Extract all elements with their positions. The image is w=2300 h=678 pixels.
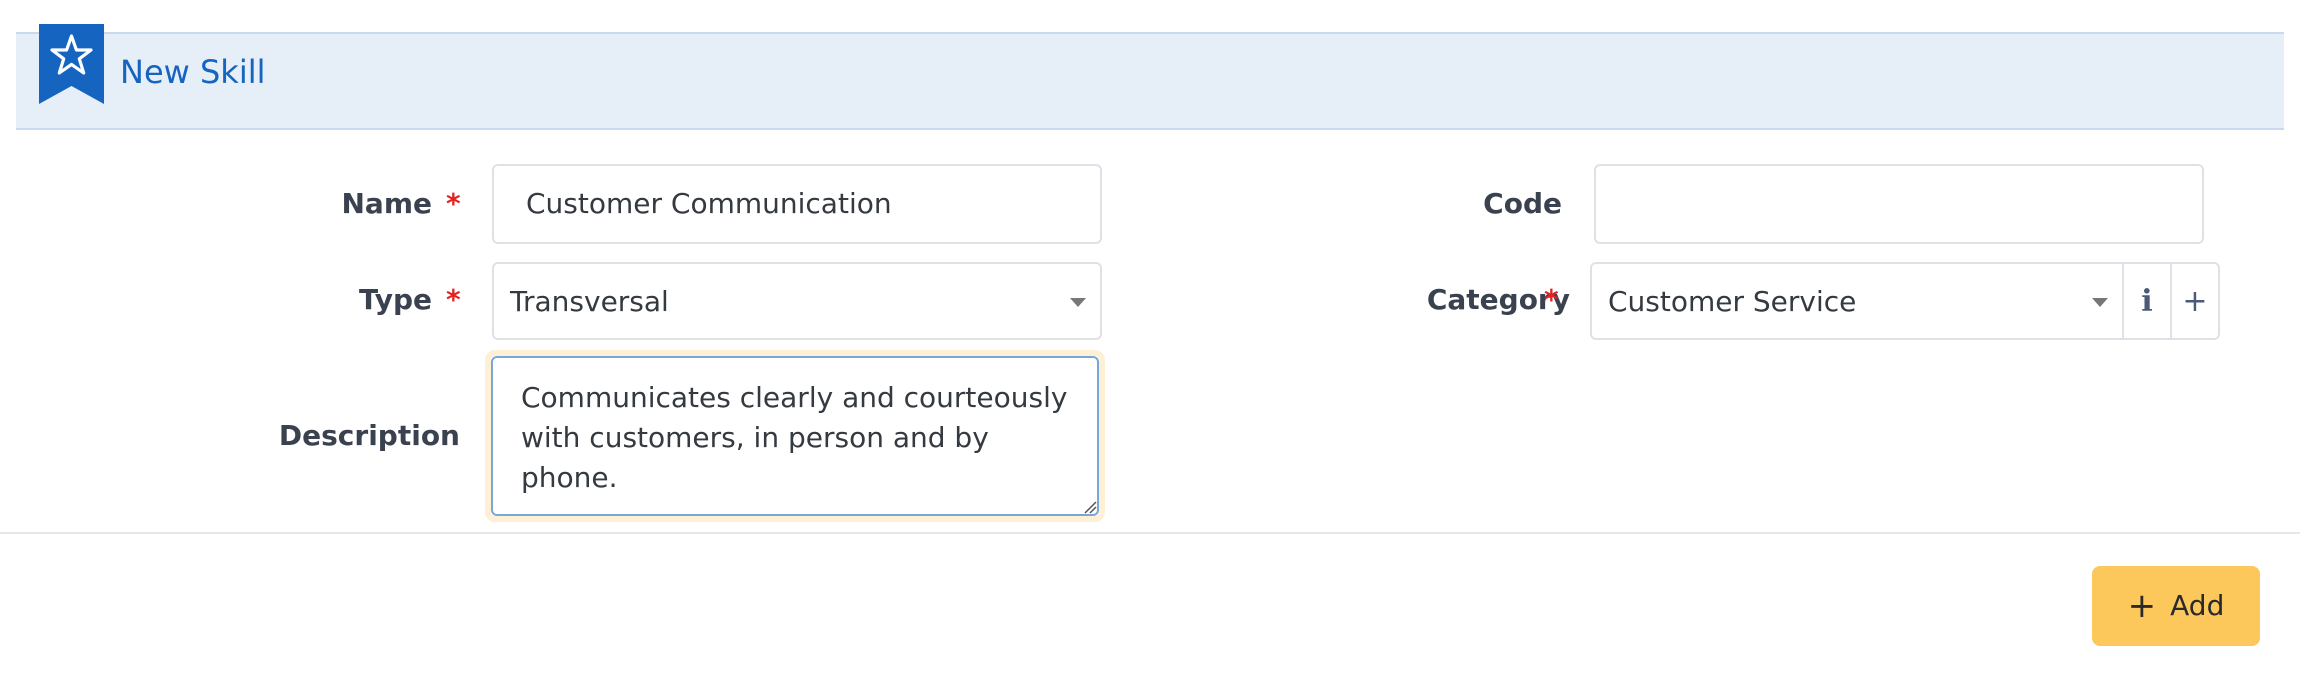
name-input[interactable]: Customer Communication — [492, 164, 1102, 244]
description-focus-ring: Communicates clearly and courteously wit… — [485, 350, 1105, 522]
page-title: New Skill — [120, 53, 266, 91]
chevron-down-icon — [2092, 298, 2108, 307]
type-required-mark: * — [446, 283, 461, 316]
category-add-button[interactable]: + — [2170, 262, 2220, 340]
category-info-button[interactable]: i — [2122, 262, 2172, 340]
category-label: Category — [1426, 283, 1570, 316]
add-button[interactable]: + Add — [2092, 566, 2260, 646]
skill-form-page: New Skill Name * Customer Communication … — [0, 0, 2300, 678]
description-label: Description — [278, 419, 460, 452]
form-divider — [0, 532, 2300, 534]
chevron-down-icon — [1070, 298, 1086, 307]
type-select-value: Transversal — [510, 285, 669, 318]
name-input-value: Customer Communication — [526, 187, 892, 220]
resize-handle-icon[interactable] — [1081, 498, 1097, 514]
type-label: Type — [358, 283, 432, 316]
type-select[interactable]: Transversal — [492, 262, 1102, 340]
star-ribbon-icon — [39, 24, 104, 104]
name-required-mark: * — [446, 187, 461, 220]
add-button-label: Add — [2170, 589, 2225, 622]
plus-icon: + — [2127, 586, 2157, 626]
name-label: Name — [341, 187, 433, 220]
code-label: Code — [1483, 187, 1562, 220]
description-textarea[interactable]: Communicates clearly and courteously wit… — [491, 356, 1099, 516]
form-header — [16, 32, 2284, 130]
category-select[interactable]: Customer Service — [1590, 262, 2124, 340]
info-icon: i — [2141, 283, 2153, 319]
category-required-mark: * — [1544, 283, 1559, 316]
category-select-value: Customer Service — [1608, 285, 1857, 318]
plus-icon: + — [2182, 283, 2208, 319]
code-input[interactable] — [1594, 164, 2204, 244]
